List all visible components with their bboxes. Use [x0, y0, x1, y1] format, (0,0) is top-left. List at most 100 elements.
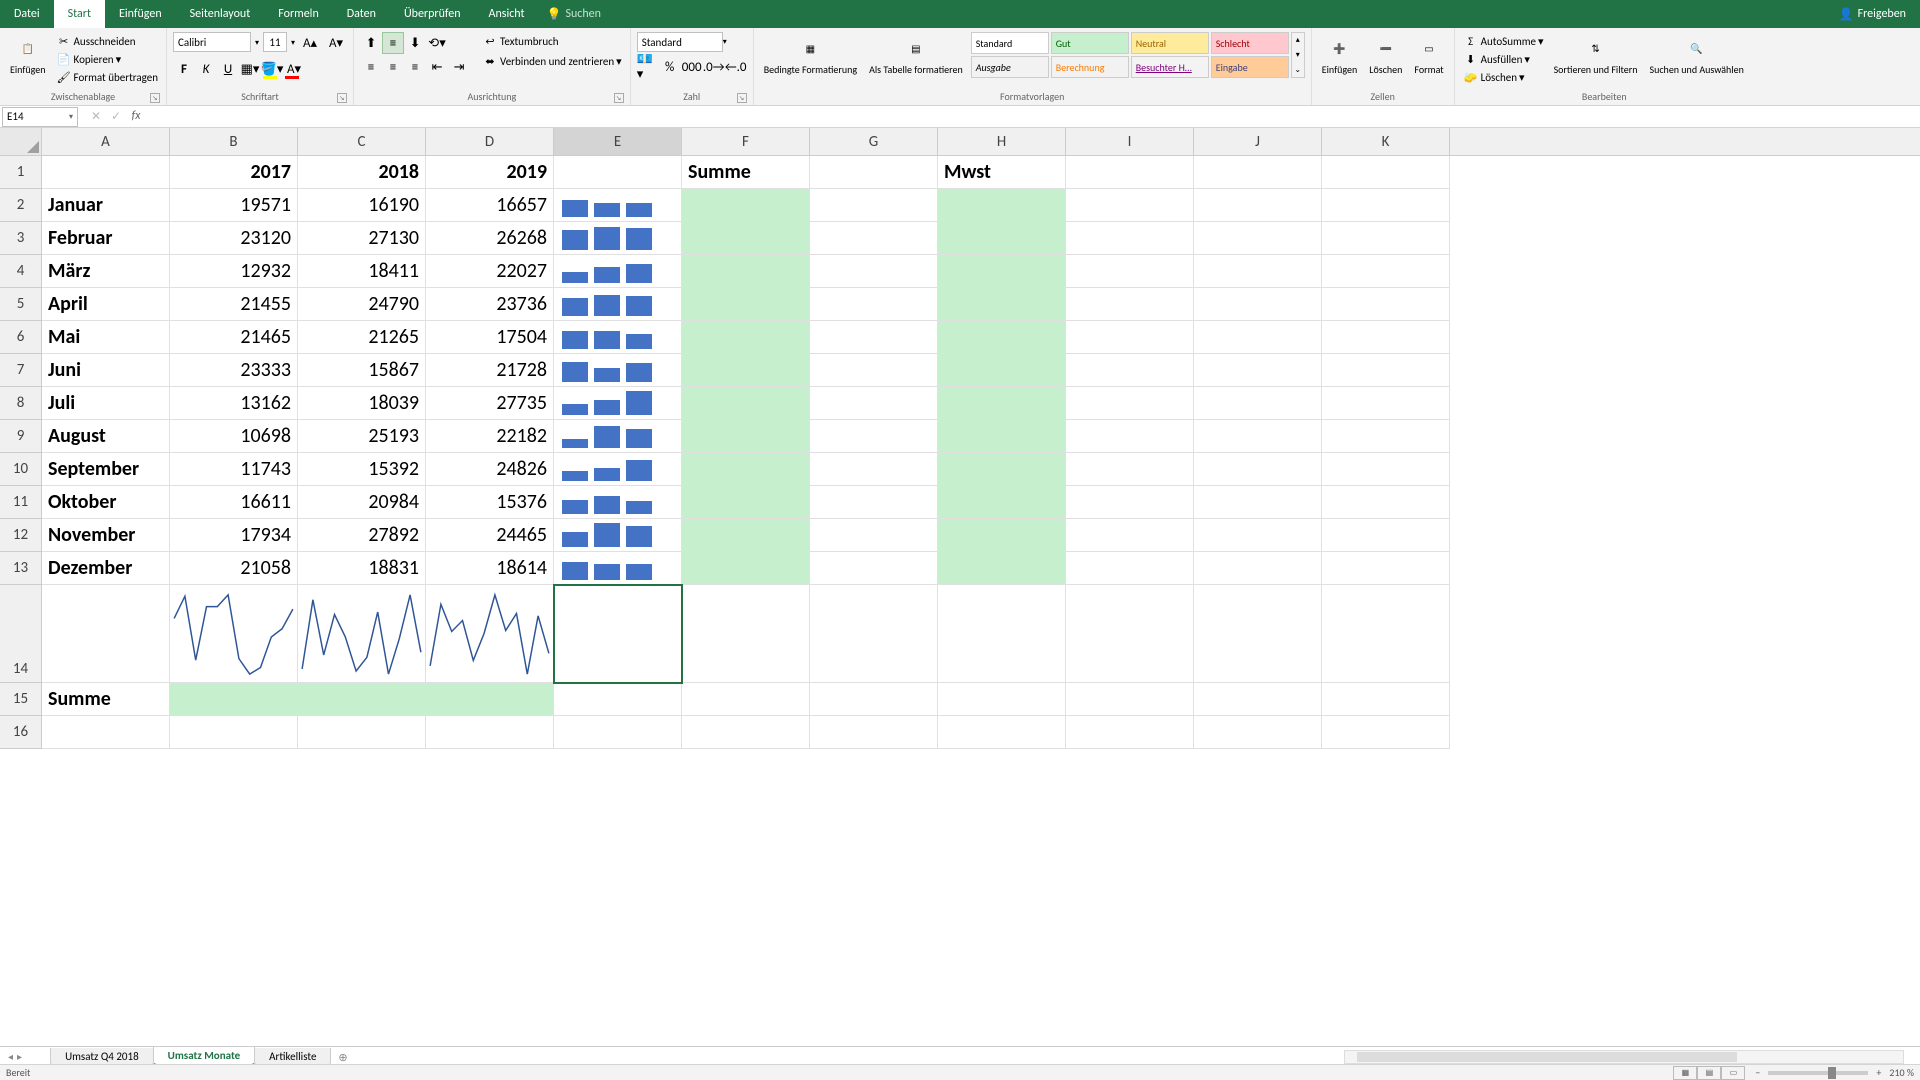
cell[interactable]: 26268: [426, 222, 554, 255]
cell[interactable]: [682, 288, 810, 321]
italic-icon[interactable]: K: [195, 58, 217, 80]
cell[interactable]: [810, 222, 938, 255]
cell[interactable]: April: [42, 288, 170, 321]
align-top-icon[interactable]: ⬆: [360, 32, 382, 54]
cell[interactable]: August: [42, 420, 170, 453]
cell[interactable]: [1194, 716, 1322, 749]
sheet-nav-first-icon[interactable]: ◂: [8, 1050, 13, 1063]
cell[interactable]: [1194, 585, 1322, 683]
row-header[interactable]: 11: [0, 486, 42, 519]
align-center-icon[interactable]: ≡: [382, 56, 404, 78]
cell[interactable]: [554, 222, 682, 255]
cell[interactable]: 10698: [170, 420, 298, 453]
thousand-icon[interactable]: 000: [681, 56, 703, 78]
cell[interactable]: [682, 486, 810, 519]
cell[interactable]: [1322, 486, 1450, 519]
fill-color-icon[interactable]: 🪣▾: [261, 58, 283, 80]
cell[interactable]: [1066, 519, 1194, 552]
cell[interactable]: [810, 585, 938, 683]
tab-data[interactable]: Daten: [333, 0, 390, 28]
cell[interactable]: [554, 321, 682, 354]
worksheet-grid[interactable]: A B C D E F G H I J K 1201720182019Summe…: [0, 128, 1920, 1050]
cell[interactable]: [1322, 552, 1450, 585]
cell[interactable]: [810, 716, 938, 749]
autosum-button[interactable]: ΣAutoSumme ▾: [1461, 32, 1546, 50]
cell[interactable]: [554, 552, 682, 585]
cell[interactable]: 20984: [298, 486, 426, 519]
copy-button[interactable]: 📄Kopieren ▾: [54, 50, 160, 68]
row-header[interactable]: 1: [0, 156, 42, 189]
bold-icon[interactable]: F: [173, 58, 195, 80]
zoom-level[interactable]: 210 %: [1889, 1066, 1914, 1079]
cell[interactable]: [810, 189, 938, 222]
view-pagebreak-icon[interactable]: ▭: [1721, 1066, 1745, 1080]
cell[interactable]: [1194, 156, 1322, 189]
row-header[interactable]: 15: [0, 683, 42, 716]
cell[interactable]: 16611: [170, 486, 298, 519]
cell[interactable]: 18614: [426, 552, 554, 585]
zoom-out-icon[interactable]: −: [1755, 1066, 1760, 1079]
cell[interactable]: [938, 486, 1066, 519]
cell[interactable]: [554, 255, 682, 288]
row-header[interactable]: 12: [0, 519, 42, 552]
cell[interactable]: [682, 552, 810, 585]
cell[interactable]: [810, 156, 938, 189]
align-left-icon[interactable]: ≡: [360, 56, 382, 78]
cell[interactable]: [1322, 420, 1450, 453]
cell[interactable]: 27735: [426, 387, 554, 420]
fill-button[interactable]: ⬇Ausfüllen ▾: [1461, 50, 1546, 68]
cell[interactable]: [298, 716, 426, 749]
cell[interactable]: [554, 354, 682, 387]
cell[interactable]: [810, 486, 938, 519]
cell[interactable]: [554, 486, 682, 519]
sheet-nav-last-icon[interactable]: ▸: [17, 1050, 22, 1063]
cell[interactable]: [554, 420, 682, 453]
cell[interactable]: [554, 453, 682, 486]
cell[interactable]: Summe: [42, 683, 170, 716]
cell[interactable]: [1322, 387, 1450, 420]
cell[interactable]: [426, 585, 554, 683]
style-standard[interactable]: Standard: [971, 32, 1049, 54]
style-schlecht[interactable]: Schlecht: [1211, 32, 1289, 54]
cell[interactable]: [1066, 156, 1194, 189]
cell[interactable]: ⊞: [554, 585, 682, 683]
cell[interactable]: [1194, 354, 1322, 387]
cell[interactable]: 27892: [298, 519, 426, 552]
cell[interactable]: [1322, 683, 1450, 716]
cell[interactable]: [682, 255, 810, 288]
cell[interactable]: [1322, 716, 1450, 749]
cell[interactable]: [1194, 255, 1322, 288]
cell[interactable]: 16657: [426, 189, 554, 222]
cell[interactable]: [1322, 519, 1450, 552]
cell[interactable]: [1066, 585, 1194, 683]
style-neutral[interactable]: Neutral: [1131, 32, 1209, 54]
cell[interactable]: [938, 453, 1066, 486]
border-icon[interactable]: ▦▾: [239, 58, 261, 80]
cell[interactable]: [1066, 321, 1194, 354]
row-header[interactable]: 10: [0, 453, 42, 486]
select-all-corner[interactable]: [0, 128, 42, 155]
style-gallery-scroll[interactable]: ▴▾⌄: [1291, 32, 1305, 78]
tab-pagelayout[interactable]: Seitenlayout: [176, 0, 265, 28]
cell[interactable]: [426, 716, 554, 749]
cell[interactable]: 2017: [170, 156, 298, 189]
font-launcher[interactable]: ↘: [337, 93, 347, 103]
cell[interactable]: [1194, 486, 1322, 519]
currency-icon[interactable]: 💶▾: [637, 56, 659, 78]
cell[interactable]: Februar: [42, 222, 170, 255]
style-berechnung[interactable]: Berechnung: [1051, 56, 1129, 78]
format-as-table-button[interactable]: ▤Als Tabelle formatieren: [865, 32, 967, 77]
cell[interactable]: [1066, 387, 1194, 420]
cell[interactable]: 15392: [298, 453, 426, 486]
cell[interactable]: [1066, 552, 1194, 585]
cell[interactable]: 21465: [170, 321, 298, 354]
cell[interactable]: 15867: [298, 354, 426, 387]
row-header[interactable]: 5: [0, 288, 42, 321]
cell[interactable]: [298, 585, 426, 683]
indent-dec-icon[interactable]: ⇤: [426, 56, 448, 78]
share-button[interactable]: 👤 Freigeben: [1825, 7, 1920, 22]
paste-button[interactable]: 📋 Einfügen: [6, 32, 50, 77]
cell[interactable]: [1066, 420, 1194, 453]
cut-button[interactable]: ✂Ausschneiden: [54, 32, 160, 50]
wrap-text-button[interactable]: ↩Textumbruch: [480, 32, 624, 50]
